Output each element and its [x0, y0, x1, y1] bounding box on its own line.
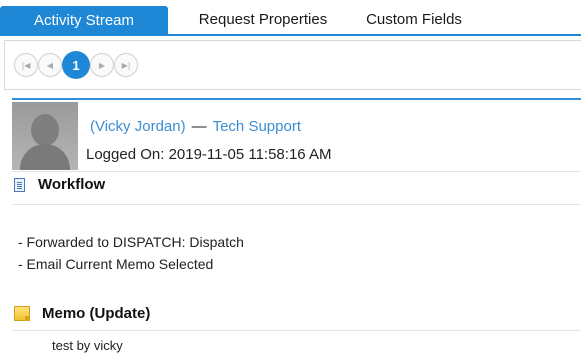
- workflow-line: - Forwarded to DISPATCH: Dispatch: [18, 234, 244, 250]
- user-link[interactable]: (Vicky Jordan): [90, 118, 186, 135]
- pager-panel: |◀ ◀ 1 ▶ ▶|: [4, 40, 581, 90]
- avatar: [12, 102, 78, 170]
- previous-page-button[interactable]: ◀: [38, 53, 62, 77]
- avatar-head: [31, 114, 59, 146]
- current-page-button[interactable]: 1: [62, 51, 90, 79]
- previous-page-icon: ◀: [46, 60, 54, 70]
- next-page-icon: ▶: [98, 60, 106, 70]
- workflow-header: Workflow: [14, 176, 105, 193]
- tab-custom-fields[interactable]: Custom Fields: [358, 6, 470, 34]
- group-link[interactable]: Tech Support: [213, 118, 301, 135]
- next-page-button[interactable]: ▶: [90, 53, 114, 77]
- memo-title: Memo (Update): [42, 305, 151, 322]
- document-icon: [14, 177, 25, 192]
- tab-request-properties[interactable]: Request Properties: [193, 6, 333, 34]
- tab-activity-stream[interactable]: Activity Stream: [0, 6, 168, 36]
- logged-on-text: Logged On: 2019-11-05 11:58:16 AM: [86, 146, 332, 163]
- divider: [12, 171, 581, 172]
- divider: [12, 204, 581, 205]
- avatar-body: [20, 144, 70, 170]
- separator: —: [191, 118, 207, 135]
- memo-body: test by vicky: [52, 338, 123, 353]
- workflow-title: Workflow: [38, 176, 106, 193]
- first-page-icon: |◀: [21, 60, 31, 70]
- activity-entry: (Vicky Jordan) — Tech Support Logged On: 2…: [12, 98, 581, 170]
- tab-bar: Activity Stream Request Properties Custo…: [0, 0, 581, 36]
- last-page-icon: ▶|: [121, 60, 131, 70]
- memo-note-icon: [14, 306, 30, 321]
- memo-header: Memo (Update): [14, 305, 150, 322]
- pager: |◀ ◀ 1 ▶ ▶|: [14, 51, 138, 79]
- activity-header: (Vicky Jordan) — Tech Support: [90, 118, 301, 135]
- first-page-button[interactable]: |◀: [14, 53, 38, 77]
- divider: [12, 330, 581, 331]
- workflow-line: - Email Current Memo Selected: [18, 256, 214, 272]
- last-page-button[interactable]: ▶|: [114, 53, 138, 77]
- activity-stream-view: Activity Stream Request Properties Custo…: [0, 0, 581, 354]
